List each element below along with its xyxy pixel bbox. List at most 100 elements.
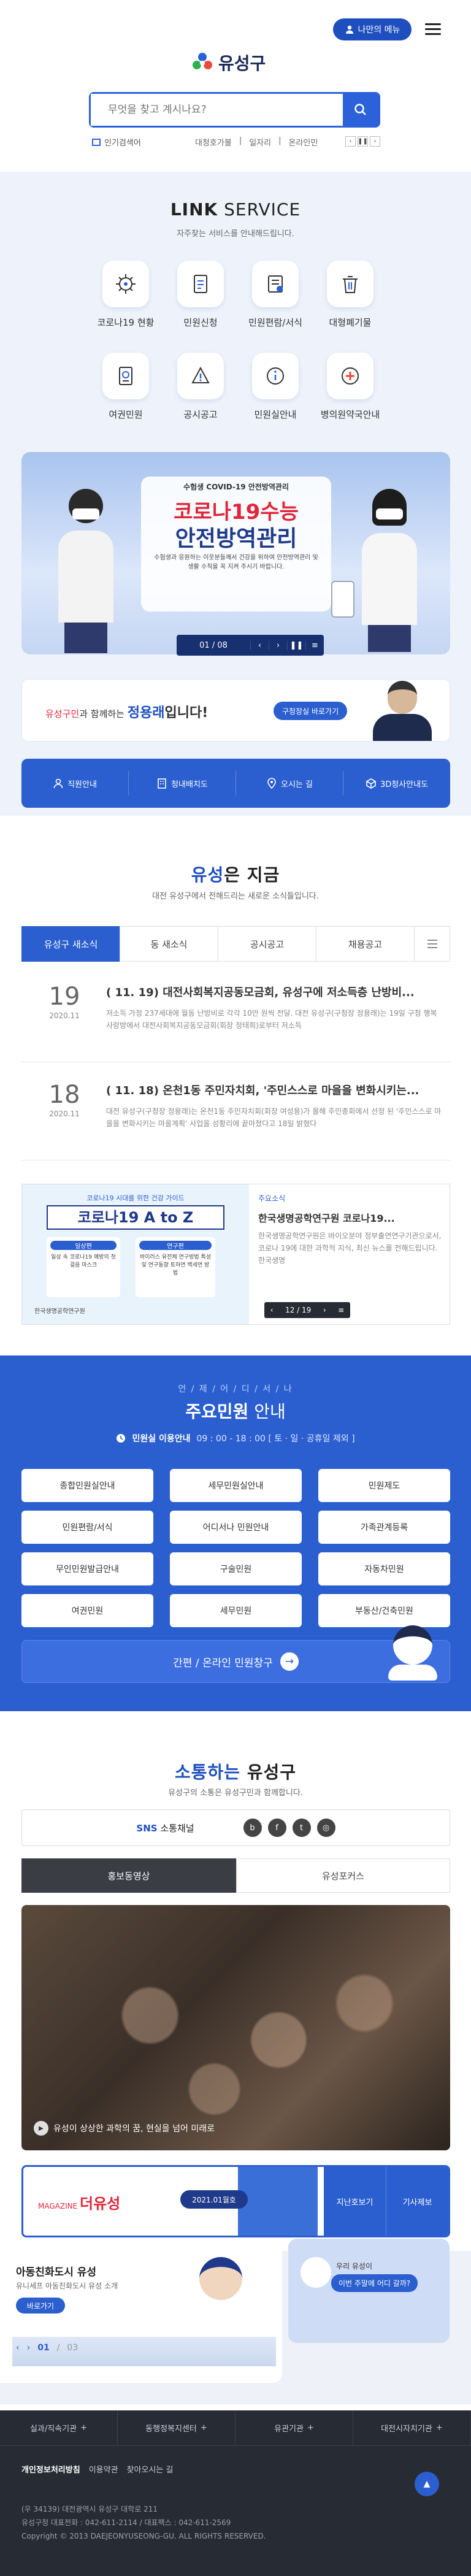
person-icon bbox=[53, 778, 63, 789]
magazine-banner[interactable]: MAGAZINE 더유성 2021.01월호 지난호보기 기사제보 bbox=[21, 2165, 450, 2237]
banner-next-button[interactable]: › bbox=[269, 640, 287, 650]
tab-recruit[interactable]: 채용공고 bbox=[316, 926, 414, 962]
family-prev-button[interactable]: ‹ bbox=[16, 2343, 20, 2353]
poster-small-text: 코로나19 시대를 위한 건강 가이드 bbox=[86, 1194, 185, 1202]
keyword-next-button[interactable]: › bbox=[370, 136, 380, 147]
featured-next-button[interactable]: › bbox=[323, 1306, 326, 1314]
civil-button[interactable]: 종합민원실안내 bbox=[21, 1469, 153, 1502]
civil-button[interactable]: 민원편람/서식 bbox=[21, 1511, 153, 1544]
building-icon bbox=[158, 778, 166, 789]
privacy-policy-link[interactable]: 개인정보처리방침 bbox=[21, 2463, 80, 2475]
banner-description: 수험생과 응원하는 이웃분들께서 건강을 위하여 안전방역관리 및 생활 수칙을… bbox=[154, 554, 318, 570]
quick-directions[interactable]: 오시는 길 bbox=[236, 771, 343, 795]
civil-button[interactable]: 자동차민원 bbox=[318, 1552, 450, 1585]
mayor-office-button[interactable]: 구청장실 바로가기 bbox=[274, 702, 348, 720]
keyword-pause-button[interactable]: ❚❚ bbox=[358, 136, 368, 147]
news-day: 19 bbox=[48, 983, 80, 1011]
magazine-back-issues[interactable]: 지난호보기 bbox=[324, 2167, 386, 2236]
footer-nav-item[interactable]: 실과/직속기관 + bbox=[0, 2410, 118, 2445]
bottom-banners: 아동친화도시 유성 유니세프 아동친화도시 유성 소개 바로가기 ‹ › 01 … bbox=[0, 2239, 471, 2404]
civil-button[interactable]: 부동산/건축민원 bbox=[318, 1594, 450, 1627]
footer: 실과/직속기관 + 동행정복지센터 + 유관기관 + 대전시자치기관 + 개인정보처리방… bbox=[0, 2410, 471, 2576]
sotong-title: 소통하는 유성구 bbox=[174, 1762, 297, 1782]
banner-prev-button[interactable]: ‹ bbox=[250, 640, 269, 650]
tab-notice[interactable]: 공시공고 bbox=[218, 926, 316, 962]
facebook-icon[interactable]: f bbox=[267, 1819, 286, 1837]
search-button[interactable] bbox=[343, 94, 378, 126]
tab-yuseong-focus[interactable]: 유성포커스 bbox=[236, 1858, 450, 1893]
sns-channel-bar: SNS 소통채널 b f t ◎ bbox=[21, 1809, 450, 1846]
my-menu-button[interactable]: 나만의 메뉴 bbox=[333, 18, 412, 40]
footer-nav-item[interactable]: 동행정복지센터 + bbox=[118, 2410, 236, 2445]
plus-icon: + bbox=[200, 2423, 207, 2432]
service-item-hospital[interactable]: 병의원약국안내 bbox=[316, 353, 384, 421]
chatbot-banner[interactable]: 우리 유성이 이번 주말에 어디 갈까? bbox=[288, 2239, 450, 2343]
instagram-icon[interactable]: ◎ bbox=[316, 1819, 335, 1837]
civil-button[interactable]: 무인민원발급안내 bbox=[21, 1552, 153, 1585]
news-more-button[interactable] bbox=[414, 926, 450, 962]
service-item-passport[interactable]: 여권민원 bbox=[92, 353, 159, 421]
popular-keywords: 인기검색어 대청호가볼 | 일자리 | 온라인민 ‹ ❚❚ › bbox=[92, 136, 380, 150]
service-item-civil-office[interactable]: 민원실안내 bbox=[242, 353, 309, 421]
civil-button[interactable]: 민원제도 bbox=[318, 1469, 450, 1502]
hamburger-menu-icon[interactable] bbox=[425, 23, 441, 36]
child-friendly-banner[interactable]: 아동친화도시 유성 유니세프 아동친화도시 유성 소개 바로가기 ‹ › 01 … bbox=[0, 2239, 282, 2383]
family-go-button[interactable]: 바로가기 bbox=[16, 2298, 65, 2313]
service-item-notice[interactable]: 공시공고 bbox=[167, 353, 234, 421]
form-icon bbox=[268, 275, 283, 293]
keyword-tag[interactable]: 온라인민 bbox=[288, 136, 318, 148]
civil-button[interactable]: 여권민원 bbox=[21, 1594, 153, 1627]
quick-floor-map[interactable]: 청내배치도 bbox=[129, 771, 236, 795]
service-item-civil-apply[interactable]: 민원신청 bbox=[167, 261, 234, 329]
news-month: 2020.11 bbox=[49, 1110, 80, 1118]
civil-button[interactable]: 어디서나 민원안내 bbox=[170, 1511, 302, 1544]
civil-button[interactable]: 세무민원 bbox=[170, 1594, 302, 1627]
service-item-covid[interactable]: 코로나19 현황 bbox=[92, 261, 159, 329]
play-icon[interactable]: ▶ bbox=[34, 2121, 48, 2136]
civil-button[interactable]: 구술민원 bbox=[170, 1552, 302, 1585]
link-service-title: LINK SERVICE bbox=[170, 199, 301, 220]
banner-pause-button[interactable]: ❚❚ bbox=[287, 640, 305, 650]
twitter-icon[interactable]: t bbox=[292, 1819, 311, 1837]
keyword-prev-button[interactable]: ‹ bbox=[345, 136, 356, 147]
keyword-tag[interactable]: 대청호가볼 bbox=[195, 136, 232, 148]
student-figure-right bbox=[362, 489, 417, 654]
site-logo[interactable]: 유성구 bbox=[191, 50, 266, 75]
terms-link[interactable]: 이용약관 bbox=[89, 2463, 118, 2475]
quick-3d-guide[interactable]: 3D청사안내도 bbox=[343, 771, 450, 795]
notice-icon bbox=[191, 366, 210, 383]
keyword-icon bbox=[92, 138, 101, 146]
directions-link[interactable]: 찾아오시는 길 bbox=[127, 2463, 174, 2475]
tab-promo-video[interactable]: 홍보동영상 bbox=[21, 1858, 236, 1893]
main-banner[interactable]: 수험생 COVID-19 안전방역관리 코로나19수능 안전방역관리 수험생과 … bbox=[21, 452, 450, 654]
poster-left-desc: 일상 속 코로나19 예방의 첫 걸음 마스크 bbox=[51, 1254, 116, 1268]
magazine-report[interactable]: 기사제보 bbox=[386, 2167, 448, 2236]
civil-button[interactable]: 세무민원실안내 bbox=[170, 1469, 302, 1502]
featured-news-card[interactable]: 코로나19 시대를 위한 건강 가이드 코로나19 A to Z 일상편 일상 속… bbox=[21, 1184, 450, 1325]
quick-staff[interactable]: 직원안내 bbox=[21, 771, 129, 795]
link-service-subtitle: 자주찾는 서비스를 안내해드립니다. bbox=[177, 229, 294, 239]
news-item[interactable]: 18 2020.11 ( 11. 18) 온천1동 주민자치회, '주민스스로 마… bbox=[21, 1075, 450, 1160]
promo-video-player[interactable]: ▶ 유성이 상상한 과학의 꿈, 현실을 넘어 미래로 bbox=[21, 1905, 450, 2150]
featured-list-button[interactable]: ≡ bbox=[338, 1306, 344, 1314]
news-tabs: 유성구 새소식 동 새소식 공시공고 채용공고 bbox=[21, 926, 450, 962]
tab-gu-news[interactable]: 유성구 새소식 bbox=[21, 926, 120, 962]
footer-nav-item[interactable]: 대전시자치기관 + bbox=[353, 2410, 471, 2445]
banner-list-button[interactable]: ≡ bbox=[305, 640, 324, 650]
footer-nav-item[interactable]: 유관기관 + bbox=[236, 2410, 353, 2445]
virus-icon bbox=[116, 274, 136, 294]
civil-button[interactable]: 가족관계등록 bbox=[318, 1511, 450, 1544]
keyword-tag[interactable]: 일자리 bbox=[249, 136, 271, 148]
service-item-bulky-waste[interactable]: 대형폐기물 bbox=[316, 261, 384, 329]
blog-icon[interactable]: b bbox=[243, 1819, 262, 1837]
featured-prev-button[interactable]: ‹ bbox=[270, 1306, 274, 1314]
news-item[interactable]: 19 2020.11 ( 11. 19) 대전사회복지공동모금회, 유성구에 저소… bbox=[21, 976, 450, 1062]
scroll-top-button[interactable]: ▲ bbox=[415, 2472, 439, 2496]
tab-dong-news[interactable]: 동 새소식 bbox=[120, 926, 218, 962]
mayor-banner[interactable]: 유성구민과 함께하는 정용래입니다! 구청장실 바로가기 bbox=[21, 679, 450, 742]
magazine-issue[interactable]: 2021.01월호 bbox=[180, 2190, 248, 2209]
service-item-forms[interactable]: 민원편람/서식 bbox=[242, 261, 309, 329]
search-input[interactable] bbox=[91, 94, 336, 126]
family-counter-current: 01 bbox=[37, 2343, 50, 2353]
family-next-button[interactable]: › bbox=[27, 2343, 31, 2353]
